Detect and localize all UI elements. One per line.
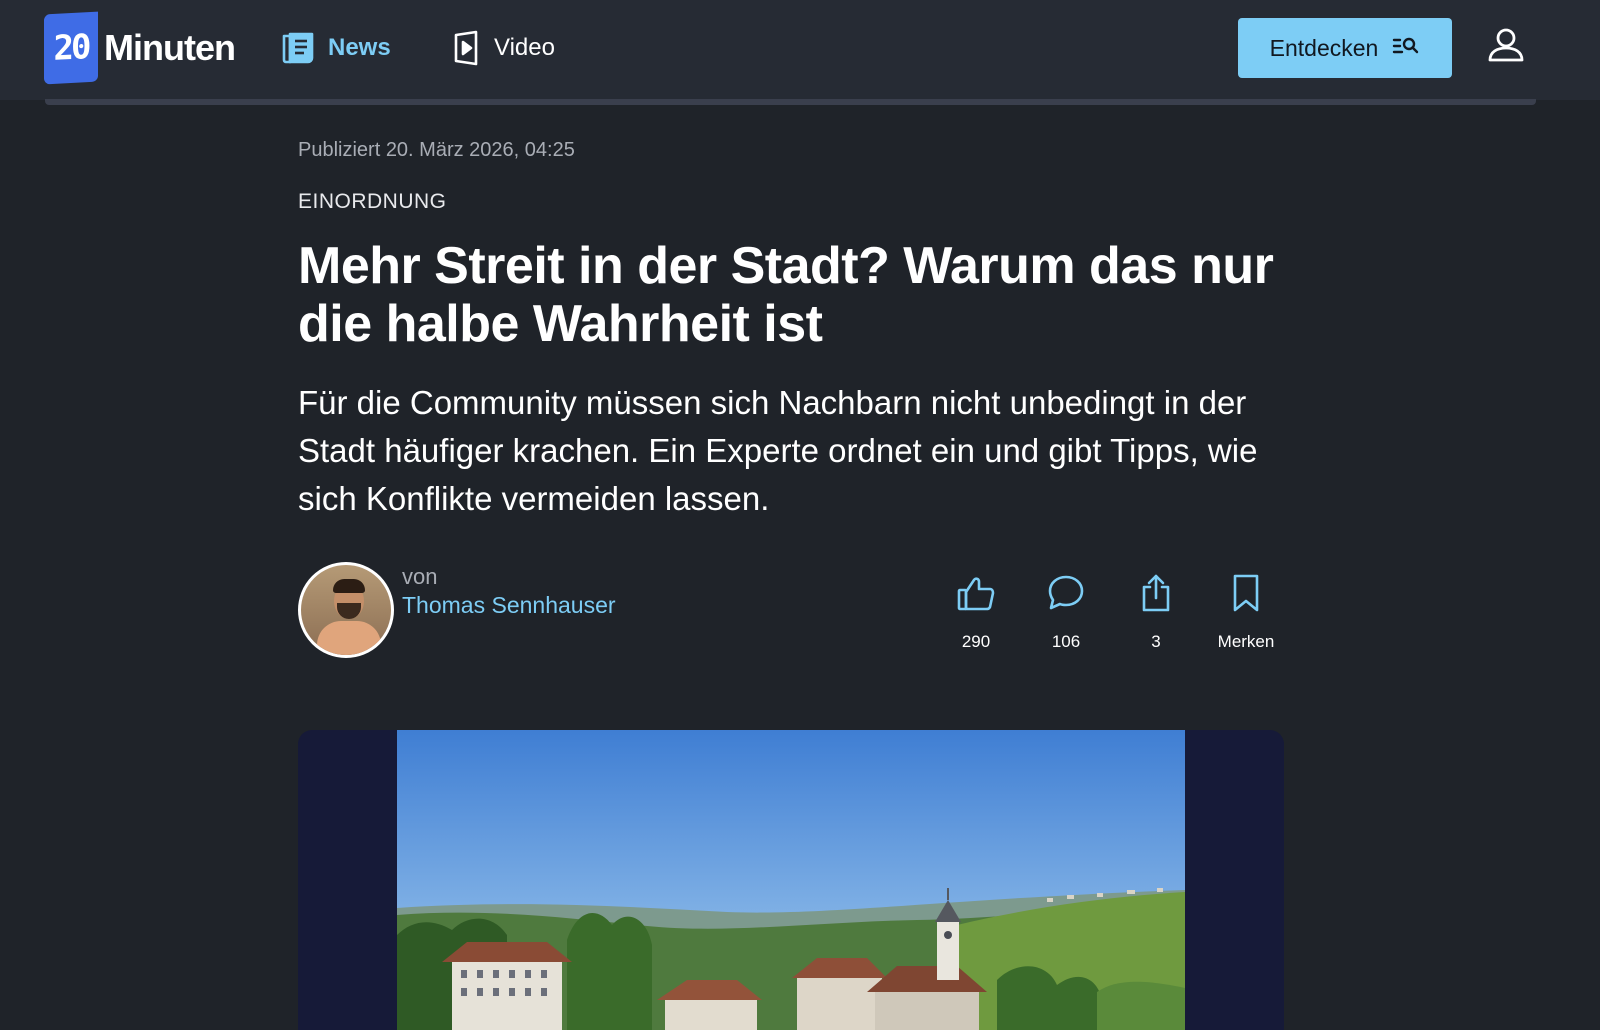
article-category: EINORDNUNG bbox=[298, 190, 447, 213]
share-count: 3 bbox=[1151, 632, 1161, 651]
share-icon bbox=[1116, 570, 1196, 616]
article-lead: Für die Community müssen sich Nachbarn n… bbox=[298, 384, 1258, 517]
newspaper-icon bbox=[280, 30, 316, 66]
nav-news[interactable]: News bbox=[280, 27, 391, 69]
article-meta: von Thomas Sennhauser 290 106 3 Merken bbox=[298, 562, 1282, 658]
site-header: 20 Minuten News Video Entdecken bbox=[0, 0, 1600, 100]
comment-button[interactable]: 106 bbox=[1026, 570, 1106, 652]
bookmark-icon bbox=[1206, 570, 1286, 616]
site-logo[interactable]: 20 Minuten bbox=[44, 11, 236, 85]
article-headline: Mehr Streit in der Stadt? Warum das nur … bbox=[298, 237, 1274, 353]
article: Publiziert 20. März 2026, 04:25 EINORDNU… bbox=[298, 135, 1282, 523]
discover-button[interactable]: Entdecken bbox=[1238, 18, 1452, 78]
play-icon bbox=[452, 30, 482, 66]
search-list-icon bbox=[1392, 35, 1420, 62]
author-link[interactable]: Thomas Sennhauser bbox=[402, 592, 616, 619]
publish-date: Publiziert 20. März 2026, 04:25 bbox=[298, 139, 575, 161]
thumbs-up-icon bbox=[936, 570, 1016, 616]
like-button[interactable]: 290 bbox=[936, 570, 1016, 652]
bookmark-button[interactable]: Merken bbox=[1206, 570, 1286, 652]
nav-video[interactable]: Video bbox=[452, 27, 555, 69]
bookmark-label: Merken bbox=[1217, 632, 1275, 651]
author-prefix: von bbox=[402, 564, 438, 589]
like-count: 290 bbox=[961, 632, 991, 651]
share-button[interactable]: 3 bbox=[1116, 570, 1196, 652]
hero-image-frame bbox=[298, 730, 1284, 1030]
logo-mark: 20 bbox=[44, 11, 98, 85]
hero-image[interactable] bbox=[397, 730, 1185, 1030]
logo-mark-text: 20 bbox=[53, 27, 89, 69]
speech-bubble-icon bbox=[1026, 570, 1106, 616]
logo-text: Minuten bbox=[104, 27, 236, 68]
nav-news-label: News bbox=[328, 34, 391, 61]
avatar[interactable] bbox=[298, 562, 394, 658]
discover-label: Entdecken bbox=[1269, 34, 1379, 61]
nav-video-label: Video bbox=[494, 34, 555, 61]
header-progress-bar bbox=[45, 99, 1536, 105]
comment-count: 106 bbox=[1051, 632, 1081, 651]
user-icon bbox=[1487, 26, 1525, 69]
user-account-button[interactable] bbox=[1484, 25, 1528, 69]
